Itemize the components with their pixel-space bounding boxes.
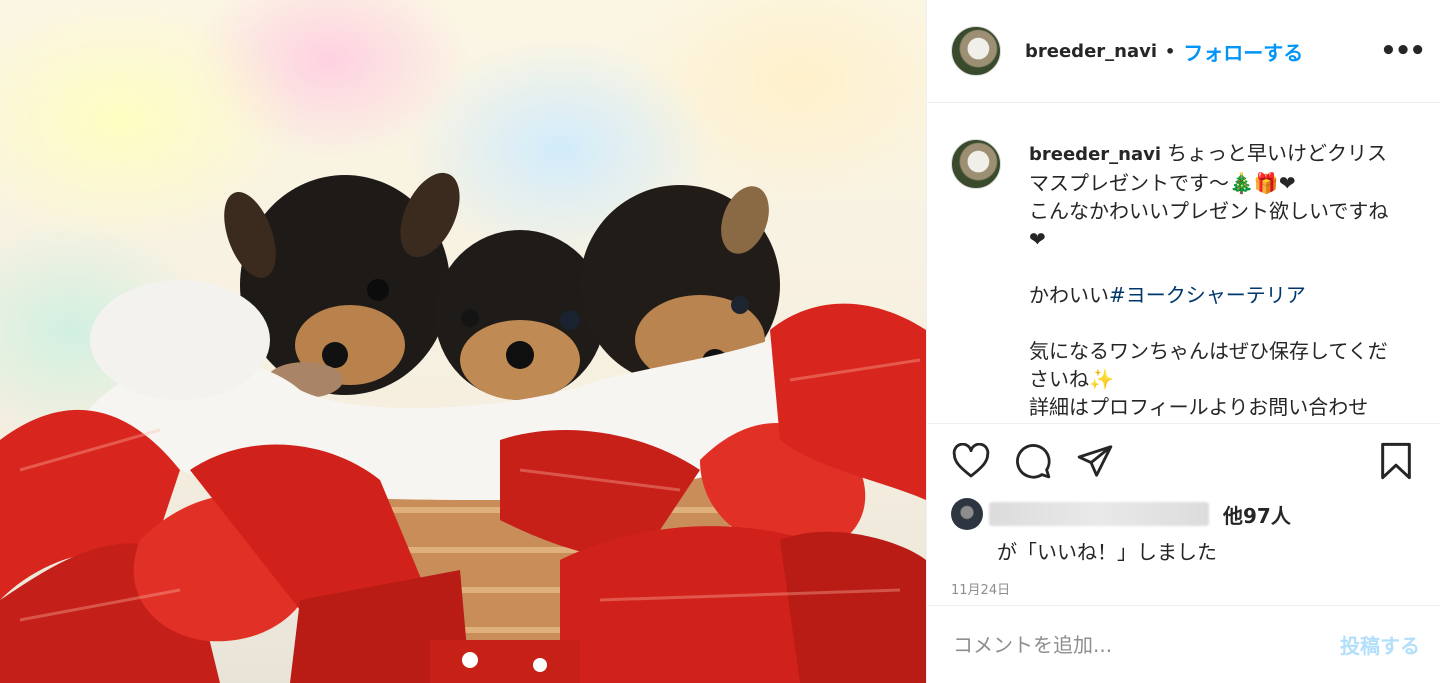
christmas-tree-icon: 🎄 (1229, 171, 1254, 195)
post-header: breeder_navi • フォローする ••• (927, 0, 1440, 103)
likes-suffix: が「いいね！」しました (997, 540, 1217, 564)
caption-username[interactable]: breeder_navi (1029, 144, 1161, 165)
speech-bubble-icon[interactable] (1013, 441, 1053, 481)
post-side-panel: breeder_navi • フォローする ••• breeder_navi ちょ… (926, 0, 1440, 683)
follow-button[interactable]: フォローする (1183, 37, 1303, 66)
comment-bar: 投稿する (927, 605, 1440, 683)
heart-emoji-icon: ❤ (1278, 171, 1296, 195)
instagram-post: breeder_navi • フォローする ••• breeder_navi ちょ… (0, 0, 1440, 683)
sparkles-icon: ✨ (1089, 367, 1114, 391)
author-avatar[interactable] (951, 26, 1001, 76)
caption-line5: 詳細はプロフィールよりお問い合わせ (1029, 395, 1369, 419)
heart-emoji-icon-2: ❤ (1029, 227, 1046, 251)
caption-section: breeder_navi ちょっと早いけどクリスマスプレゼントです～🎄🎁❤ こんな… (927, 103, 1440, 424)
puppies-in-basket-image (0, 172, 926, 683)
hashtag-link[interactable]: #ヨークシャーテリア (1109, 283, 1306, 307)
bookmark-icon[interactable] (1376, 441, 1416, 481)
heart-icon[interactable] (951, 441, 991, 481)
liker-name-redacted (989, 502, 1209, 526)
post-photo[interactable] (0, 0, 926, 683)
likes-count[interactable]: 他97人 (1223, 500, 1291, 529)
gift-icon: 🎁 (1253, 171, 1279, 195)
header-separator: • (1165, 41, 1176, 61)
likes-section: 他97人 が「いいね！」しました (927, 498, 1440, 565)
caption-line2: こんなかわいいプレゼント欲しいですね (1029, 199, 1389, 223)
action-bar (927, 424, 1440, 498)
post-date[interactable]: 11月24日 (927, 565, 1440, 605)
caption-text: breeder_navi ちょっと早いけどクリスマスプレゼントです～🎄🎁❤ こんな… (1029, 139, 1401, 423)
caption-avatar[interactable] (951, 139, 1001, 189)
caption-line4: 気になるワンちゃんはぜひ保存してくださいね (1029, 339, 1388, 391)
paper-plane-icon[interactable] (1075, 441, 1115, 481)
liker-avatar[interactable] (951, 498, 983, 530)
caption-line3: かわいい (1029, 283, 1109, 307)
comment-input[interactable] (951, 631, 1340, 658)
author-username[interactable]: breeder_navi (1025, 41, 1157, 62)
more-options-icon[interactable]: ••• (1380, 36, 1426, 66)
post-comment-button[interactable]: 投稿する (1340, 630, 1420, 659)
